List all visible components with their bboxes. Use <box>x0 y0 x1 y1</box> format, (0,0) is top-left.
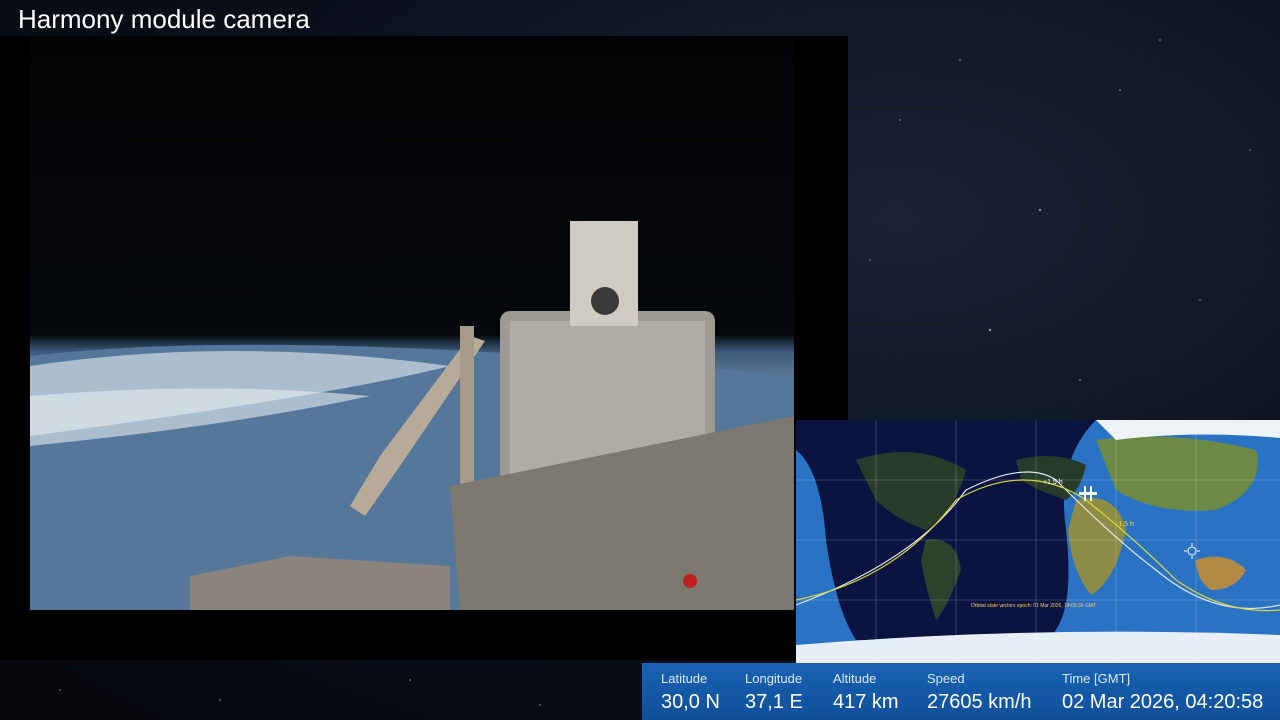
marker-minus-label: -1,5 h <box>1116 521 1134 528</box>
latitude-label: Latitude <box>661 671 708 686</box>
time-value: 02 Mar 2026, 04:20:58 <box>1062 691 1264 713</box>
epoch-note: Orbital state vectors epoch: 01 Mar 2026… <box>971 603 1097 609</box>
longitude-label: Longitude <box>745 671 803 686</box>
longitude-field: Longitude 37,1 E <box>745 671 803 715</box>
camera-feed <box>30 36 794 610</box>
telemetry-bar: Latitude 30,0 N Longitude 37,1 E Altitud… <box>642 663 1280 720</box>
longitude-value: 37,1 E <box>745 691 803 713</box>
altitude-field: Altitude 417 km <box>833 671 899 715</box>
ground-track-map: +1,5 h -1,5 h Orbital state vectors epoc… <box>796 420 1280 663</box>
altitude-label: Altitude <box>833 671 877 686</box>
altitude-value: 417 km <box>833 691 899 713</box>
time-field: Time [GMT] 02 Mar 2026, 04:20:58 <box>1062 671 1263 715</box>
latitude-field: Latitude 30,0 N <box>661 671 720 715</box>
speed-value: 27605 km/h <box>927 691 1032 713</box>
page-title: Harmony module camera <box>18 4 310 34</box>
marker-plus-label: +1,5 h <box>1043 479 1063 486</box>
speed-label: Speed <box>927 671 965 686</box>
time-label: Time [GMT] <box>1062 671 1131 686</box>
latitude-value: 30,0 N <box>661 691 720 713</box>
speed-field: Speed 27605 km/h <box>927 671 1032 715</box>
camera-frame <box>0 36 848 660</box>
